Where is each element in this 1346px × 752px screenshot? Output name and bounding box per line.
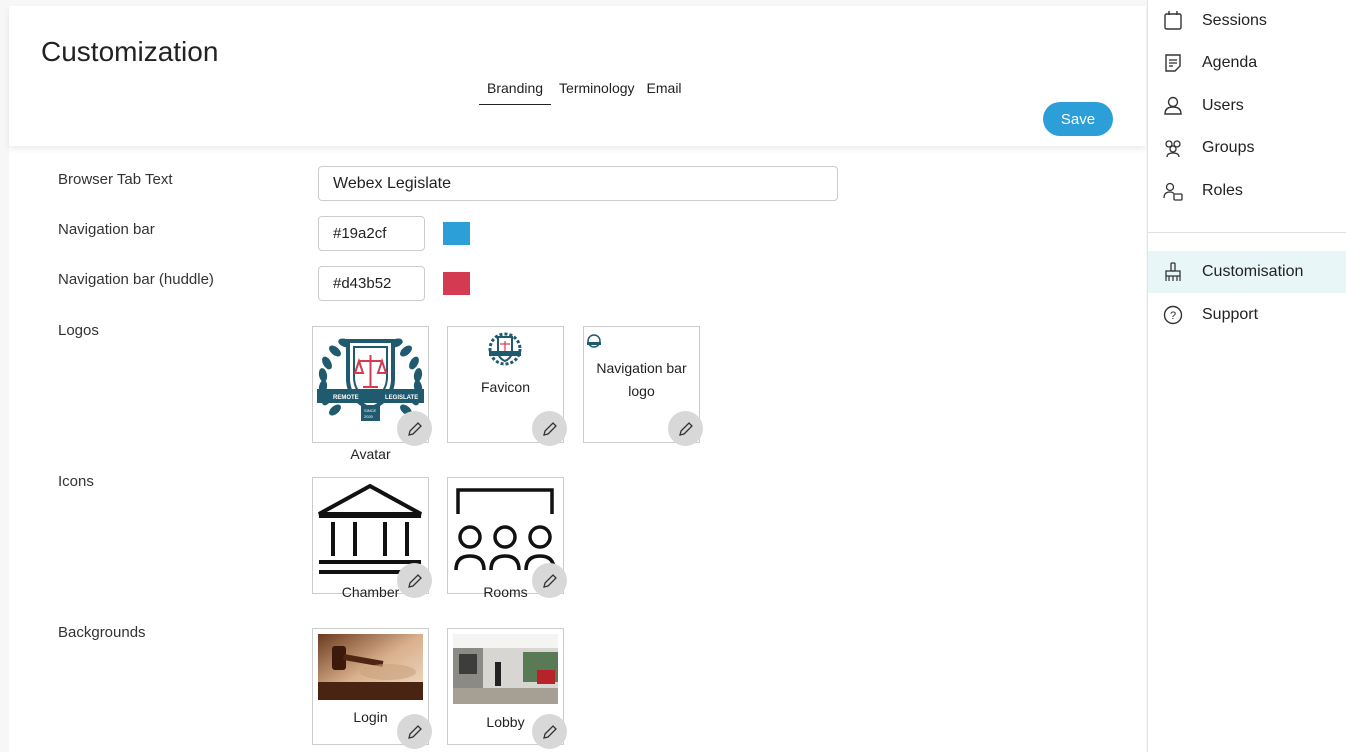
favicon-caption: Favicon bbox=[480, 379, 531, 395]
gavel-photo bbox=[318, 634, 423, 700]
sidebar-item-label: Sessions bbox=[1202, 12, 1267, 29]
edit-lobby-background-button[interactable] bbox=[532, 714, 567, 749]
navigation-bar-huddle-label: Navigation bar (huddle) bbox=[58, 271, 214, 288]
sidebar-item-label: Support bbox=[1202, 306, 1259, 323]
sidebar-divider bbox=[1148, 232, 1346, 233]
edit-login-background-button[interactable] bbox=[397, 714, 432, 749]
seal-text-year: 2020 bbox=[364, 414, 374, 419]
calendar-icon bbox=[1164, 11, 1182, 30]
edit-chamber-button[interactable] bbox=[397, 563, 432, 598]
roles-icon bbox=[1163, 182, 1183, 201]
help-icon: ? bbox=[1163, 305, 1183, 325]
pencil-icon bbox=[407, 724, 422, 739]
user-icon bbox=[1164, 96, 1182, 115]
sidebar-item-customisation[interactable]: Customisation bbox=[1148, 251, 1346, 293]
seal-text-since: SINCE bbox=[364, 408, 377, 413]
navigation-bar-color-swatch[interactable] bbox=[443, 222, 470, 245]
sidebar-item-roles[interactable]: Roles bbox=[1148, 170, 1346, 212]
seal-text-left: REMOTE bbox=[333, 395, 359, 401]
navigation-bar-huddle-color-input[interactable]: #d43b52 bbox=[318, 266, 425, 301]
sidebar-item-groups[interactable]: Groups bbox=[1148, 127, 1346, 169]
tab-terminology[interactable]: Terminology bbox=[555, 80, 638, 105]
pencil-icon bbox=[407, 421, 422, 436]
groups-icon bbox=[1165, 140, 1181, 158]
tab-branding[interactable]: Branding bbox=[479, 80, 552, 105]
sidebar-item-label: Groups bbox=[1202, 139, 1255, 156]
sidebar-item-users[interactable]: Users bbox=[1148, 85, 1346, 127]
avatar-caption: Avatar bbox=[350, 446, 391, 462]
browser-tab-text-input[interactable]: Webex Legislate bbox=[318, 166, 838, 201]
icons-label: Icons bbox=[58, 473, 94, 490]
edit-rooms-button[interactable] bbox=[532, 563, 567, 598]
sidebar: Sessions Agenda Users Groups Roles Custo… bbox=[1147, 0, 1346, 752]
sidebar-item-sessions[interactable]: Sessions bbox=[1148, 0, 1346, 42]
edit-avatar-button[interactable] bbox=[397, 411, 432, 446]
pencil-icon bbox=[407, 573, 422, 588]
backgrounds-label: Backgrounds bbox=[58, 624, 146, 641]
navigation-bar-label: Navigation bar bbox=[58, 221, 155, 238]
pencil-icon bbox=[678, 421, 693, 436]
navigation-bar-color-input[interactable]: #19a2cf bbox=[318, 216, 425, 251]
agenda-icon bbox=[1165, 54, 1181, 72]
tab-email[interactable]: Email bbox=[643, 80, 686, 105]
svg-text:?: ? bbox=[1170, 310, 1176, 322]
navigation-bar-logo-caption: Navigation bar logo bbox=[584, 357, 699, 403]
browser-tab-text-label: Browser Tab Text bbox=[58, 171, 173, 188]
page-header: Customization Branding Terminology Email… bbox=[9, 6, 1146, 146]
navigation-bar-logo-caption-line1: Navigation bar bbox=[596, 360, 687, 376]
save-button[interactable]: Save bbox=[1043, 102, 1113, 136]
sidebar-item-label: Users bbox=[1202, 97, 1244, 114]
edit-favicon-button[interactable] bbox=[532, 411, 567, 446]
sidebar-item-label: Customisation bbox=[1202, 263, 1304, 280]
edit-navigation-bar-logo-button[interactable] bbox=[668, 411, 703, 446]
pencil-icon bbox=[542, 573, 557, 588]
lobby-photo bbox=[453, 634, 558, 704]
pencil-icon bbox=[542, 724, 557, 739]
tab-bar: Branding Terminology Email bbox=[479, 80, 690, 105]
page-title: Customization bbox=[41, 36, 219, 67]
favicon-seal-logo bbox=[488, 332, 522, 366]
sidebar-item-label: Roles bbox=[1202, 182, 1243, 199]
small-seal-logo bbox=[587, 334, 601, 348]
seal-text-right: LEGISLATE bbox=[385, 395, 418, 401]
navigation-bar-logo-caption-line2: logo bbox=[628, 383, 655, 399]
pencil-icon bbox=[542, 421, 557, 436]
brush-icon bbox=[1165, 262, 1181, 281]
logos-label: Logos bbox=[58, 322, 99, 339]
sidebar-item-agenda[interactable]: Agenda bbox=[1148, 42, 1346, 84]
sidebar-item-support[interactable]: ? Support bbox=[1148, 294, 1346, 336]
sidebar-item-label: Agenda bbox=[1202, 54, 1258, 71]
navigation-bar-huddle-color-swatch[interactable] bbox=[443, 272, 470, 295]
